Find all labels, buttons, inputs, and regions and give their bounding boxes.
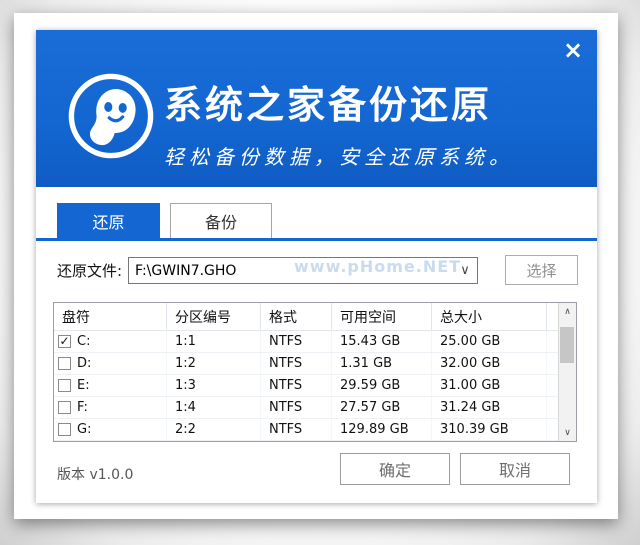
partition-number: 2:2 xyxy=(167,419,261,440)
tab-backup[interactable]: 备份 xyxy=(170,203,272,238)
tab-restore[interactable]: 还原 xyxy=(57,203,160,238)
restore-file-combobox[interactable]: F:\GWIN7.GHO ∨ xyxy=(128,257,478,284)
drive-letter: F: xyxy=(77,400,88,415)
row-filler xyxy=(547,419,558,440)
app-title: 系统之家备份还原 xyxy=(164,74,514,129)
table-row[interactable]: G: 2:2 NTFS 129.89 GB 310.39 GB xyxy=(54,419,558,441)
drive-letter: G: xyxy=(77,422,91,437)
partition-table: 盘符 分区编号 格式 可用空间 总大小 ✓ C: 1:1 NTFS 15.43 … xyxy=(53,302,577,442)
scrollbar-thumb[interactable] xyxy=(560,327,574,363)
row-filler xyxy=(547,375,558,396)
row-filler xyxy=(547,331,558,352)
column-header-partition[interactable]: 分区编号 xyxy=(167,303,261,330)
header-titles: 系统之家备份还原 轻松备份数据，安全还原系统。 xyxy=(164,74,514,170)
row-checkbox[interactable] xyxy=(58,379,71,392)
row-filler xyxy=(547,397,558,418)
column-header-free-space[interactable]: 可用空间 xyxy=(332,303,432,330)
free-space: 1.31 GB xyxy=(332,353,432,374)
ghost-logo-icon xyxy=(66,71,156,161)
free-space: 29.59 GB xyxy=(332,375,432,396)
format: NTFS xyxy=(261,397,332,418)
version-label: 版本 v1.0.0 xyxy=(57,459,133,489)
app-window: × 系统之家备份还原 轻松备份数据，安全还原系统。 还原 备份 还原文件: F:… xyxy=(14,13,618,519)
free-space: 129.89 GB xyxy=(332,419,432,440)
total-size: 31.00 GB xyxy=(432,375,547,396)
table-row[interactable]: D: 1:2 NTFS 1.31 GB 32.00 GB xyxy=(54,353,558,375)
free-space: 27.57 GB xyxy=(332,397,432,418)
row-filler xyxy=(547,353,558,374)
table-row[interactable]: E: 1:3 NTFS 29.59 GB 31.00 GB xyxy=(54,375,558,397)
format: NTFS xyxy=(261,375,332,396)
partition-number: 1:4 xyxy=(167,397,261,418)
row-checkbox[interactable] xyxy=(58,401,71,414)
drive-letter: E: xyxy=(77,378,90,393)
drive-letter: D: xyxy=(77,356,91,371)
total-size: 31.24 GB xyxy=(432,397,547,418)
format: NTFS xyxy=(261,331,332,352)
select-file-button[interactable]: 选择 xyxy=(505,255,578,285)
tab-underline xyxy=(36,238,597,241)
restore-file-value: F:\GWIN7.GHO xyxy=(129,263,453,279)
app-header: × 系统之家备份还原 轻松备份数据，安全还原系统。 xyxy=(36,30,597,187)
total-size: 25.00 GB xyxy=(432,331,547,352)
format: NTFS xyxy=(261,419,332,440)
table-row[interactable]: ✓ C: 1:1 NTFS 15.43 GB 25.00 GB xyxy=(54,331,558,353)
restore-file-label: 还原文件: xyxy=(57,255,122,285)
app-frame: × 系统之家备份还原 轻松备份数据，安全还原系统。 还原 备份 还原文件: F:… xyxy=(36,30,597,503)
total-size: 310.39 GB xyxy=(432,419,547,440)
total-size: 32.00 GB xyxy=(432,353,547,374)
table-body: ✓ C: 1:1 NTFS 15.43 GB 25.00 GB D: 1:2 N… xyxy=(54,331,558,441)
table-row[interactable]: F: 1:4 NTFS 27.57 GB 31.24 GB xyxy=(54,397,558,419)
drive-letter: C: xyxy=(77,334,90,349)
table-header-row: 盘符 分区编号 格式 可用空间 总大小 xyxy=(54,303,558,331)
column-header-drive[interactable]: 盘符 xyxy=(54,303,167,330)
cancel-button[interactable]: 取消 xyxy=(460,453,570,485)
scrollbar-track[interactable] xyxy=(559,320,576,424)
column-header-format[interactable]: 格式 xyxy=(261,303,332,330)
free-space: 15.43 GB xyxy=(332,331,432,352)
partition-number: 1:3 xyxy=(167,375,261,396)
row-checkbox[interactable] xyxy=(58,357,71,370)
format: NTFS xyxy=(261,353,332,374)
partition-number: 1:2 xyxy=(167,353,261,374)
chevron-down-icon[interactable]: ∨ xyxy=(453,263,477,278)
close-button[interactable]: × xyxy=(557,34,589,66)
ok-button[interactable]: 确定 xyxy=(340,453,450,485)
table-scrollbar[interactable]: ∧ ∨ xyxy=(558,303,576,441)
row-checkbox[interactable]: ✓ xyxy=(58,335,71,348)
scroll-up-icon[interactable]: ∧ xyxy=(559,303,576,320)
column-header-total-size[interactable]: 总大小 xyxy=(432,303,547,330)
scroll-down-icon[interactable]: ∨ xyxy=(559,424,576,441)
partition-number: 1:1 xyxy=(167,331,261,352)
app-subtitle: 轻松备份数据，安全还原系统。 xyxy=(164,141,514,170)
row-checkbox[interactable] xyxy=(58,423,71,436)
column-header-filler xyxy=(547,303,558,330)
